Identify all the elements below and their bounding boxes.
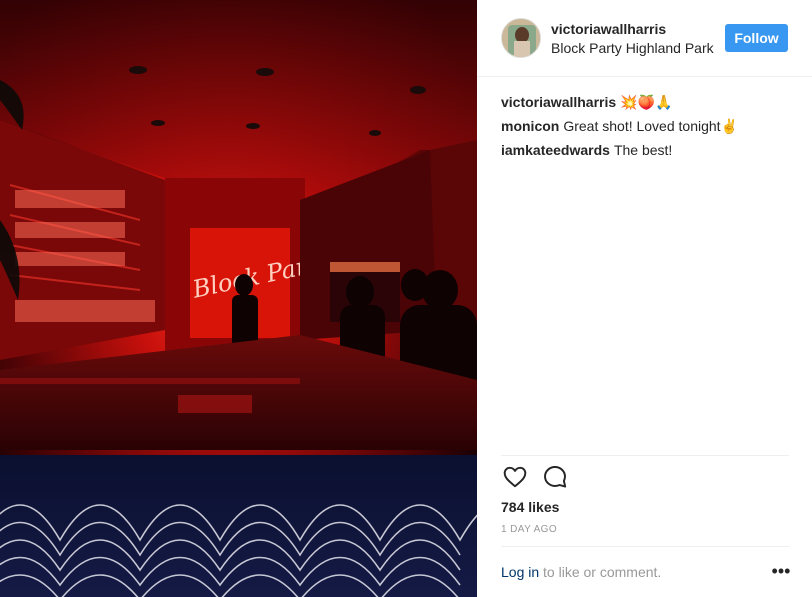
comment-username[interactable]: monicon — [501, 118, 559, 134]
comments-list: victoriawallharris 💥🍑🙏 monicon Great shot!… — [501, 90, 791, 162]
caption-username[interactable]: victoriawallharris — [501, 94, 616, 110]
comment-item: monicon Great shot! Loved tonight✌️ — [501, 114, 791, 138]
divider — [501, 455, 789, 456]
more-options-icon[interactable]: ••• — [771, 562, 791, 580]
bar-scene-image: Block Party — [0, 0, 477, 597]
post-photo[interactable]: Block Party — [0, 0, 477, 597]
post-timestamp[interactable]: 1 DAY AGO — [501, 524, 557, 535]
comment-text: Great shot! Loved tonight✌️ — [563, 118, 738, 134]
login-link[interactable]: Log in — [501, 564, 539, 580]
comment-button[interactable] — [541, 464, 569, 492]
speech-bubble-icon — [544, 466, 567, 488]
comment-username[interactable]: iamkateedwards — [501, 142, 610, 158]
comment-item: iamkateedwards The best! — [501, 138, 791, 162]
location-link[interactable]: Block Party Highland Park — [551, 40, 716, 56]
avatar[interactable] — [501, 18, 541, 58]
caption: victoriawallharris 💥🍑🙏 — [501, 90, 791, 114]
post-header: victoriawallharris Block Party Highland … — [477, 0, 812, 77]
heart-outline-icon — [503, 466, 527, 488]
caption-text: 💥🍑🙏 — [620, 94, 673, 110]
like-button[interactable] — [501, 464, 529, 492]
header-username[interactable]: victoriawallharris — [551, 21, 666, 37]
avatar-image — [502, 19, 540, 57]
likes-count[interactable]: 784 likes — [501, 499, 559, 515]
follow-button[interactable]: Follow — [725, 24, 788, 52]
post-details-panel: victoriawallharris Block Party Highland … — [477, 0, 812, 597]
comment-text: The best! — [613, 142, 673, 158]
login-prompt: Log in to like or comment. — [501, 564, 661, 580]
login-suffix: to like or comment. — [539, 564, 662, 580]
divider — [501, 546, 789, 547]
